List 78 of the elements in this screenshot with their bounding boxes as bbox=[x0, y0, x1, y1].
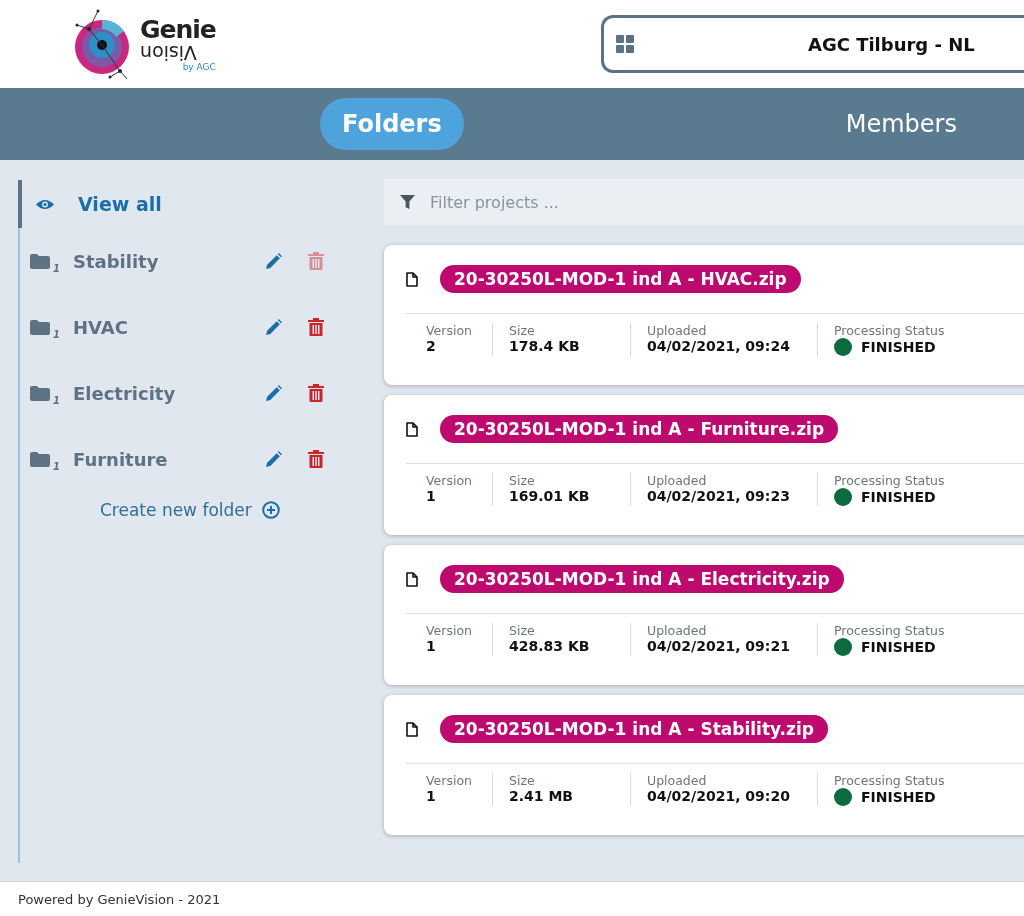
folder-count: 1 bbox=[53, 263, 61, 274]
file-card[interactable]: 20-30250L-MOD-1 ind A - Stability.zip Version 1 Size 2.41 MB Uploaded 04/02/2021, 09:20 Processing Status FINISHED bbox=[384, 695, 1024, 835]
trash-icon[interactable] bbox=[308, 384, 324, 402]
version-value: 1 bbox=[426, 488, 437, 504]
file-name-tag: 20-30250L-MOD-1 ind A - Stability.zip bbox=[440, 715, 828, 743]
file-name-tag: 20-30250L-MOD-1 ind A - Furniture.zip bbox=[440, 415, 839, 443]
size-label: Size bbox=[509, 473, 536, 488]
file-icon bbox=[406, 421, 418, 437]
site-selector[interactable]: AGC Tilburg - NL bbox=[600, 15, 1024, 73]
version-label: Version bbox=[426, 623, 473, 638]
size-label: Size bbox=[509, 323, 536, 338]
trash-icon[interactable] bbox=[308, 450, 324, 468]
logo-byline: by AGC bbox=[182, 63, 216, 71]
size-value: 428.83 KB bbox=[509, 638, 591, 654]
uploaded-value: 04/02/2021, 09:24 bbox=[647, 338, 791, 354]
footer-text: Powered by GenieVision - 2021 bbox=[18, 891, 221, 907]
file-card[interactable]: 20-30250L-MOD-1 ind A - Furniture.zip Version 1 Size 169.01 KB Uploaded 04/02/2021, 09:23 Processing Status FINISHED bbox=[384, 395, 1024, 535]
status-label: Processing Status bbox=[834, 773, 945, 788]
folder-count: 1 bbox=[53, 395, 61, 406]
file-card[interactable]: 20-30250L-MOD-1 ind A - Electricity.zip Version 1 Size 428.83 KB Uploaded 04/02/2021, 09:21 Processing Status FINISHED bbox=[384, 545, 1024, 685]
pencil-icon[interactable] bbox=[265, 384, 282, 402]
view-all-label: View all bbox=[78, 193, 162, 215]
folder-icon bbox=[30, 253, 50, 269]
filter-field[interactable]: Filter projects ... bbox=[384, 179, 1024, 225]
size-value: 169.01 KB bbox=[509, 488, 591, 504]
version-label: Version bbox=[426, 773, 473, 788]
file-icon bbox=[406, 721, 418, 737]
status-value: FINISHED bbox=[861, 789, 936, 805]
version-value: 2 bbox=[426, 338, 437, 354]
version-value: 1 bbox=[426, 788, 437, 804]
file-card[interactable]: 20-30250L-MOD-1 ind A - HVAC.zip Version 2 Size 178.4 KB Uploaded 04/02/2021, 09:24 Processing Status FINISHED bbox=[384, 245, 1024, 385]
version-label: Version bbox=[426, 473, 473, 488]
pencil-icon[interactable] bbox=[265, 318, 282, 336]
logo-wordmark: Genie bbox=[140, 17, 216, 43]
pencil-icon[interactable] bbox=[265, 252, 282, 270]
folder-icon bbox=[30, 451, 50, 467]
size-label: Size bbox=[509, 623, 536, 638]
file-icon bbox=[406, 271, 418, 287]
uploaded-value: 04/02/2021, 09:20 bbox=[647, 788, 791, 804]
folder-name[interactable]: Furniture bbox=[73, 448, 253, 470]
uploaded-label: Uploaded bbox=[647, 773, 708, 788]
file-name-tag: 20-30250L-MOD-1 ind A - HVAC.zip bbox=[440, 265, 801, 293]
trash-icon[interactable] bbox=[308, 318, 324, 336]
create-folder-button[interactable]: Create new folder bbox=[100, 500, 280, 520]
version-label: Version bbox=[426, 323, 473, 338]
uploaded-label: Uploaded bbox=[647, 473, 708, 488]
filter-icon bbox=[400, 195, 415, 210]
file-icon bbox=[406, 571, 418, 587]
logo-wordmark-inverted: Vision bbox=[140, 43, 197, 63]
version-value: 1 bbox=[426, 638, 437, 654]
folder-count: 1 bbox=[53, 329, 61, 340]
folder-name[interactable]: Electricity bbox=[73, 382, 253, 404]
uploaded-value: 04/02/2021, 09:23 bbox=[647, 488, 791, 504]
status-value: FINISHED bbox=[861, 639, 936, 655]
tab[interactable]: Folders bbox=[320, 98, 464, 150]
file-name-tag: 20-30250L-MOD-1 ind A - Electricity.zip bbox=[440, 565, 844, 593]
uploaded-label: Uploaded bbox=[647, 323, 708, 338]
uploaded-value: 04/02/2021, 09:21 bbox=[647, 638, 791, 654]
status-label: Processing Status bbox=[834, 623, 945, 638]
tab[interactable]: Members bbox=[823, 98, 979, 150]
pencil-icon[interactable] bbox=[265, 450, 282, 468]
status-label: Processing Status bbox=[834, 473, 945, 488]
eye-icon bbox=[36, 198, 54, 210]
folder-count: 1 bbox=[53, 461, 61, 472]
folder-name[interactable]: HVAC bbox=[73, 316, 253, 338]
grid-icon bbox=[615, 35, 634, 53]
folder-icon bbox=[30, 319, 50, 335]
plus-circle-icon bbox=[261, 501, 280, 519]
view-all-item[interactable]: View all bbox=[18, 180, 360, 228]
size-value: 2.41 MB bbox=[509, 788, 575, 804]
folder-icon bbox=[30, 385, 50, 401]
status-value: FINISHED bbox=[861, 339, 936, 355]
status-value: FINISHED bbox=[861, 489, 936, 505]
uploaded-label: Uploaded bbox=[647, 623, 708, 638]
size-label: Size bbox=[509, 773, 536, 788]
status-label: Processing Status bbox=[834, 323, 945, 338]
size-value: 178.4 KB bbox=[509, 338, 581, 354]
folder-name[interactable]: Stability bbox=[73, 250, 253, 272]
